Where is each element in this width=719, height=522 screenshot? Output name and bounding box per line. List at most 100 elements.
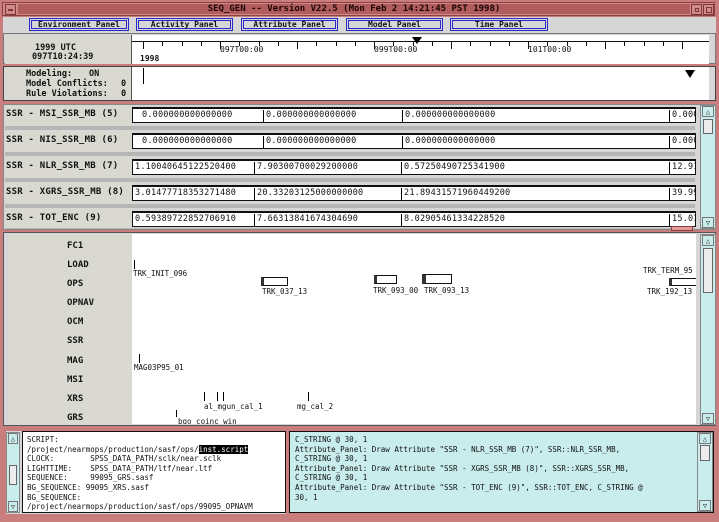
activity-tick[interactable] [223, 392, 224, 401]
activity-box-trk-093-13[interactable] [422, 274, 452, 284]
model-marker-icon[interactable] [685, 70, 695, 78]
log-scrollbar[interactable]: △ ▽ [697, 432, 713, 512]
attribute-row-band[interactable]: 0.59389722852706910 7.66313841674304690 … [132, 211, 696, 227]
script-info-text: SCRIPT: /project/nearmops/production/sas… [22, 431, 286, 513]
modeling-label: Modeling: [26, 69, 72, 79]
activity-box-trk-037[interactable] [261, 277, 288, 286]
timeline-row-label-mag: MAG [67, 356, 83, 366]
ssr-attribute-panel: SSR - MSI_SSR_MB (5) 0.000000000000000 0… [3, 104, 716, 230]
attribute-scrollbar-up-button[interactable]: △ [702, 106, 714, 117]
attribute-value: 0.000000000000000 [402, 136, 495, 148]
row-divider [5, 178, 695, 182]
activity-label-mag: MAG03P95_01 [134, 363, 184, 372]
log-line: Attribute_Panel: Draw Attribute "SSR - T… [295, 483, 697, 493]
model-panel-button[interactable]: Model Panel [346, 18, 443, 31]
attribute-row-label: SSR - NIS_SSR_MB (6) [6, 135, 118, 145]
script-path-prefix: /project/nearmops/production/sasf/ops/ [27, 445, 199, 454]
script-label: SCRIPT: [27, 435, 285, 445]
attribute-value: 0.000 [669, 136, 696, 148]
activity-tick[interactable] [139, 354, 140, 363]
window-titlebar[interactable]: SEQ_GEN -- Version V22.5 (Mon Feb 2 14:2… [2, 2, 715, 16]
attribute-row-label: SSR - TOT_ENC (9) [6, 213, 102, 223]
attribute-scrollbar[interactable]: △ ▽ [700, 105, 716, 229]
attribute-value: 0.000000000000000 [402, 110, 495, 122]
attribute-value: 7.90300700029200000 [254, 162, 358, 174]
log-line: C_STRING @ 30, 1 [295, 473, 697, 483]
row-divider [5, 204, 695, 208]
timeline-row-label-xrs: XRS [67, 394, 83, 404]
maximize-icon [706, 7, 712, 13]
attribute-value: 39.99 [669, 188, 696, 200]
time-axis[interactable]: 097T00:00 099T00:00 101T00:00 1998 [131, 35, 709, 64]
log-scrollbar-up-button[interactable]: △ [699, 433, 711, 444]
modeling-status-labels: Modeling: ON Model Conflicts: 0 Rule Vio… [4, 67, 131, 100]
conflicts-label: Model Conflicts: [26, 79, 108, 89]
attribute-row-label: SSR - XGRS_SSR_MB (8) [6, 187, 124, 197]
activity-label-xrs-cal1: al_mgun_cal_1 [204, 402, 263, 411]
activity-panel-button[interactable]: Activity Panel [136, 18, 233, 31]
modeling-strip [131, 67, 709, 100]
activity-box-trk-093-00[interactable] [374, 275, 397, 284]
window-minimize-button[interactable] [691, 4, 702, 15]
environment-panel-button[interactable]: Environment Panel [29, 18, 129, 31]
message-log-text: C_STRING @ 30, 1 Attribute_Panel: Draw A… [295, 435, 697, 510]
script-scrollbar-up-button[interactable]: △ [8, 433, 18, 444]
time-panel-button[interactable]: Time Panel [450, 18, 548, 31]
sequence-line: SEQUENCE: 99095_GRS.sasf [27, 473, 285, 483]
attribute-value: 0.59389722852706910 [135, 214, 236, 225]
window-menu-button[interactable] [5, 4, 16, 15]
activity-box-trk-192[interactable] [669, 278, 696, 286]
attribute-value: 15.01 [669, 214, 696, 226]
activity-tick[interactable] [204, 392, 205, 401]
row-divider [5, 152, 695, 156]
log-line: Attribute_Panel: Draw Attribute "SSR - N… [295, 445, 697, 455]
pane-sash-handle[interactable] [671, 226, 693, 231]
attribute-value: 20.33203125000000000 [254, 188, 363, 200]
window-menu-icon [8, 9, 13, 11]
axis-label-099: 099T00:00 [374, 45, 417, 54]
timeline-scrollbar-thumb[interactable] [703, 248, 713, 293]
row-divider [5, 228, 695, 230]
timeline-scrollbar[interactable]: △ ▽ [700, 234, 716, 425]
modeling-value: ON [89, 69, 99, 79]
script-name-highlighted[interactable]: inst.script [199, 445, 249, 454]
minimize-icon [695, 8, 699, 12]
attribute-row-band[interactable]: 0.000000000000000 0.000000000000000 0.00… [132, 107, 696, 123]
panel-toolbar: Environment Panel Activity Panel Attribu… [3, 17, 716, 33]
attribute-row-band[interactable]: 0.000000000000000 0.000000000000000 0.00… [132, 133, 696, 149]
activity-label-xrs-cal2: mg_cal_2 [297, 402, 333, 411]
script-scrollbar[interactable]: △ ▽ [6, 432, 20, 513]
timeline-scrollbar-down-button[interactable]: ▽ [702, 413, 714, 424]
timeline-row-label-ops: OPS [67, 279, 83, 289]
timeline-row-labels: FC1 LOAD OPS OPNAV OCM SSR MAG MSI XRS G… [8, 234, 132, 424]
attribute-value: 8.02905461334228520 [401, 214, 505, 226]
activity-tick[interactable] [176, 410, 177, 417]
bg-sequence-line: BG_SEQUENCE: 99095_XRS.sasf [27, 483, 285, 493]
script-scrollbar-down-button[interactable]: ▽ [8, 501, 18, 512]
attribute-value: 12.91 [669, 162, 696, 174]
script-scrollbar-thumb[interactable] [9, 465, 17, 485]
activity-tick[interactable] [217, 392, 218, 401]
clock-line: CLOCK: SPSS_DATA_PATH/sclk/near.sclk [27, 454, 285, 464]
activity-tick[interactable] [308, 392, 309, 401]
bg-sequence2-label: BG_SEQUENCE: [27, 493, 285, 503]
timeline-scrollbar-up-button[interactable]: △ [702, 235, 714, 246]
log-scrollbar-down-button[interactable]: ▽ [699, 500, 711, 511]
script-path-line: /project/nearmops/production/sasf/ops/in… [27, 445, 285, 455]
attribute-scrollbar-thumb[interactable] [703, 119, 713, 134]
log-scrollbar-thumb[interactable] [700, 445, 710, 461]
attribute-row-band[interactable]: 3.01477718353271480 20.33203125000000000… [132, 185, 696, 201]
lighttime-line: LIGHTTIME: SPSS_DATA_PATH/ltf/near.ltf [27, 464, 285, 474]
window-maximize-button[interactable] [703, 4, 714, 15]
attribute-scrollbar-down-button[interactable]: ▽ [702, 217, 714, 228]
time-cursor-marker[interactable] [412, 37, 422, 44]
script-info-panel: △ ▽ SCRIPT: /project/nearmops/production… [6, 431, 286, 514]
attribute-value: 21.89431571960449200 [401, 188, 510, 200]
attribute-row-band[interactable]: 1.10040645122520400 7.90300700029200000 … [132, 159, 696, 175]
attribute-panel-button[interactable]: Attribute Panel [241, 18, 338, 31]
model-cursor[interactable] [143, 68, 144, 84]
timeline-plot-area[interactable]: TRK_INIT_096 TRK_037_13 TRK_093_00 TRK_0… [132, 234, 696, 424]
activity-label-trk-init: TRK_INIT_096 [133, 269, 187, 278]
activity-label-trk-093-00: TRK_093_00 [373, 286, 418, 295]
activity-tick[interactable] [134, 260, 135, 269]
